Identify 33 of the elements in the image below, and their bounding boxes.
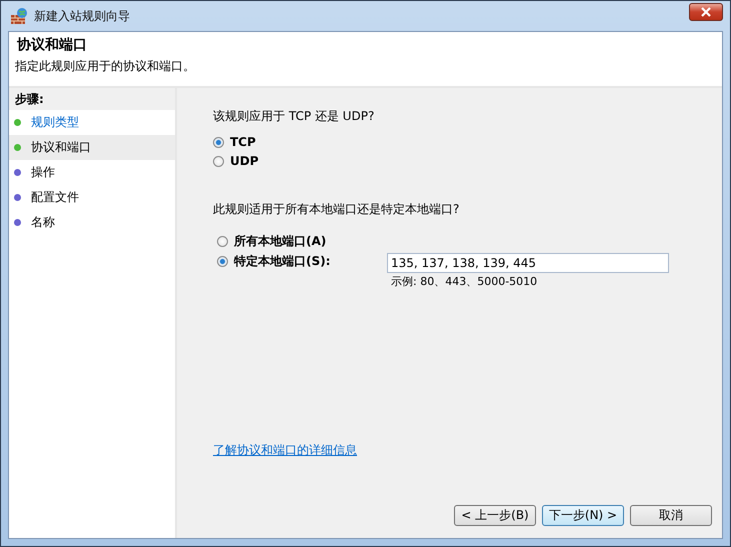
page-title: 协议和端口	[17, 36, 88, 54]
dialog-button[interactable]: 取消	[630, 505, 712, 526]
radio-option[interactable]: TCP	[213, 134, 712, 150]
radio-button[interactable]	[213, 136, 224, 148]
page-subtitle: 指定此规则应用于的协议和端口。	[15, 58, 196, 75]
steps-heading: 步骤:	[9, 88, 175, 110]
radio-button[interactable]	[217, 256, 228, 266]
close-button[interactable]	[689, 3, 723, 21]
help-link[interactable]: 了解协议和端口的详细信息	[213, 442, 357, 459]
close-icon	[700, 7, 712, 17]
ports-field[interactable]: 135, 137, 138, 139, 445	[387, 253, 669, 273]
question-text: 此规则适用于所有本地端口还是特定本地端口?	[213, 201, 460, 218]
step-label: 名称	[31, 214, 55, 231]
step-label: 配置文件	[31, 189, 79, 206]
step-item[interactable]: 规则类型	[9, 110, 175, 135]
radio-button[interactable]	[213, 156, 224, 166]
dialog-button[interactable]: < 上一步(B)	[454, 505, 536, 526]
radio-option[interactable]: 特定本地端口(S):	[217, 253, 387, 269]
step-label: 协议和端口	[31, 139, 91, 156]
example-text: 示例: 80、443、5000-5010	[391, 274, 538, 289]
step-item[interactable]: 操作	[9, 160, 175, 185]
dialog-button[interactable]: 下一步(N) >	[542, 505, 624, 526]
step-item[interactable]: 配置文件	[9, 185, 175, 210]
firewall-icon	[10, 7, 28, 25]
radio-option[interactable]: 所有本地端口(A)	[217, 233, 387, 249]
step-item[interactable]: 名称	[9, 210, 175, 235]
question-text: 该规则应用于 TCP 还是 UDP?	[213, 108, 376, 125]
step-label: 规则类型	[31, 114, 79, 131]
step-label: 操作	[31, 164, 55, 181]
radio-option[interactable]: UDP	[213, 153, 712, 169]
step-item[interactable]: 协议和端口	[9, 135, 175, 160]
radio-button[interactable]	[217, 236, 228, 246]
window-title: 新建入站规则向导	[34, 8, 130, 24]
